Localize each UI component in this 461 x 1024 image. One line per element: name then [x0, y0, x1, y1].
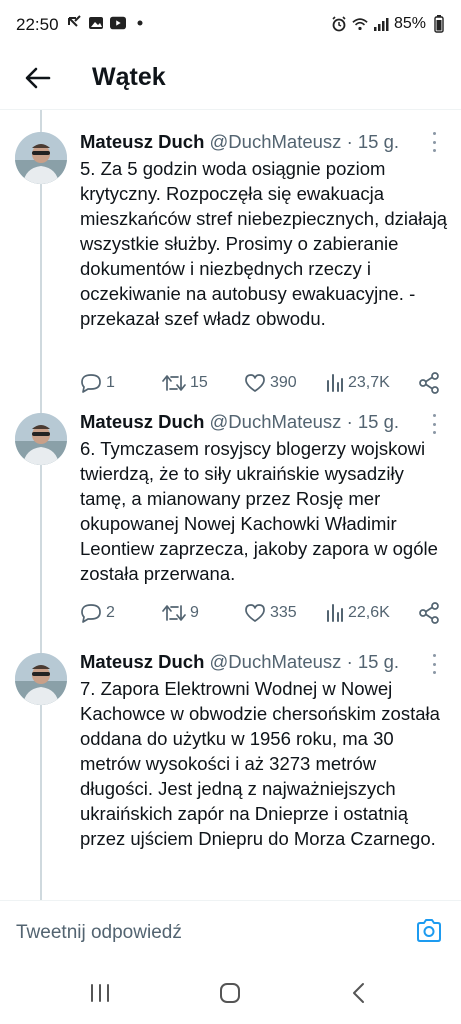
reply-composer [0, 900, 461, 962]
status-bar: 22:50 85% [0, 0, 461, 52]
tweet-header: Mateusz Duch @DuchMateusz · 15 g. [80, 411, 410, 433]
like-count: 335 [270, 604, 297, 621]
reply-input[interactable] [16, 919, 396, 947]
signal-icon [373, 16, 389, 32]
back-button[interactable] [18, 60, 58, 100]
system-nav-bar [0, 962, 461, 1024]
image-icon [88, 15, 104, 31]
separator-dot: · [346, 411, 353, 432]
reply-icon [80, 373, 102, 393]
tweet-time[interactable]: 15 g. [358, 131, 399, 152]
reply-button[interactable]: 1 [80, 373, 162, 393]
tweet-text: 6. Tymczasem rosyjscy blogerzy wojskowi … [80, 438, 438, 584]
avatar[interactable] [15, 653, 67, 705]
retweet-icon [162, 603, 186, 623]
retweet-count: 15 [190, 374, 208, 391]
status-system-icons: 85% [331, 15, 447, 33]
tweet-text: 5. Za 5 godzin woda osiągnie poziom kryt… [80, 158, 448, 329]
tweet-time[interactable]: 15 g. [358, 411, 399, 432]
author-name[interactable]: Mateusz Duch [80, 411, 204, 432]
author-name[interactable]: Mateusz Duch [80, 131, 204, 152]
recent-apps-icon [89, 982, 111, 1009]
tweet[interactable]: Mateusz Duch @DuchMateusz · 15 g. 6. Tym… [0, 408, 461, 643]
thread[interactable]: Mateusz Duch @DuchMateusz · 15 g. 5. Za … [0, 110, 461, 900]
views-icon [326, 373, 344, 393]
author-handle[interactable]: @DuchMateusz [210, 131, 342, 152]
tweet-header: Mateusz Duch @DuchMateusz · 15 g. [80, 651, 410, 673]
avatar[interactable] [15, 132, 67, 184]
share-button[interactable] [418, 372, 448, 394]
more-dot [432, 132, 436, 135]
more-dot [432, 431, 436, 434]
back-icon [351, 982, 367, 1009]
alarm-icon [331, 16, 347, 32]
share-icon [418, 372, 440, 394]
like-button[interactable]: 390 [244, 373, 326, 393]
tweet-actions: 2 9 335 22,6K [80, 600, 450, 626]
author-handle[interactable]: @DuchMateusz [210, 651, 342, 672]
views-button[interactable]: 22,6K [326, 603, 418, 623]
views-button[interactable]: 23,7K [326, 373, 418, 393]
tweet-header: Mateusz Duch @DuchMateusz · 15 g. [80, 131, 410, 153]
more-options-button[interactable] [427, 654, 441, 674]
separator-dot: · [346, 651, 353, 672]
retweet-button[interactable]: 15 [162, 373, 244, 393]
reply-button[interactable]: 2 [80, 603, 162, 623]
tweet-actions: 1 15 390 23,7K [80, 370, 450, 396]
heart-icon [244, 373, 266, 393]
share-icon [418, 602, 440, 624]
views-count: 23,7K [348, 374, 390, 391]
like-count: 390 [270, 374, 297, 391]
missed-call-icon [66, 15, 82, 31]
reply-icon [80, 603, 102, 623]
tweet[interactable]: Mateusz Duch @DuchMateusz · 15 g. 7. Zap… [0, 648, 461, 900]
more-options-button[interactable] [427, 132, 441, 152]
battery-percentage: 85% [393, 15, 426, 32]
retweet-button[interactable]: 9 [162, 603, 244, 623]
avatar[interactable] [15, 413, 67, 465]
heart-icon [244, 603, 266, 623]
more-dot [432, 662, 436, 666]
views-count: 22,6K [348, 604, 390, 621]
more-dot [432, 140, 436, 144]
views-icon [326, 603, 344, 623]
separator-dot: · [346, 131, 353, 152]
retweet-count: 9 [190, 604, 199, 621]
battery-icon [431, 15, 447, 33]
more-dot [432, 671, 436, 674]
arrow-left-icon [25, 67, 51, 94]
home-button[interactable] [215, 982, 245, 1008]
youtube-icon [110, 15, 126, 31]
author-name[interactable]: Mateusz Duch [80, 651, 204, 672]
wifi-icon [352, 16, 368, 32]
status-notification-icons [66, 15, 148, 31]
header: Wątek [0, 52, 461, 110]
more-dot [432, 414, 436, 417]
more-dot [432, 149, 436, 152]
camera-icon [415, 919, 443, 948]
more-dot [432, 654, 436, 657]
more-dot [432, 422, 436, 426]
page-title: Wątek [92, 63, 166, 91]
share-button[interactable] [418, 602, 448, 624]
like-button[interactable]: 335 [244, 603, 326, 623]
author-handle[interactable]: @DuchMateusz [210, 411, 342, 432]
retweet-icon [162, 373, 186, 393]
tweet-time[interactable]: 15 g. [358, 651, 399, 672]
more-options-button[interactable] [427, 414, 441, 434]
reply-count: 1 [106, 374, 115, 391]
camera-button[interactable] [415, 918, 443, 946]
status-time: 22:50 [16, 15, 59, 34]
dot-icon [132, 15, 148, 31]
recent-apps-button[interactable] [85, 982, 115, 1008]
nav-back-button[interactable] [344, 982, 374, 1008]
home-icon [218, 981, 242, 1010]
tweet-text: 7. Zapora Elektrowni Wodnej w Nowej Kach… [80, 678, 440, 849]
reply-count: 2 [106, 604, 115, 621]
tweet[interactable]: Mateusz Duch @DuchMateusz · 15 g. 5. Za … [0, 120, 461, 410]
